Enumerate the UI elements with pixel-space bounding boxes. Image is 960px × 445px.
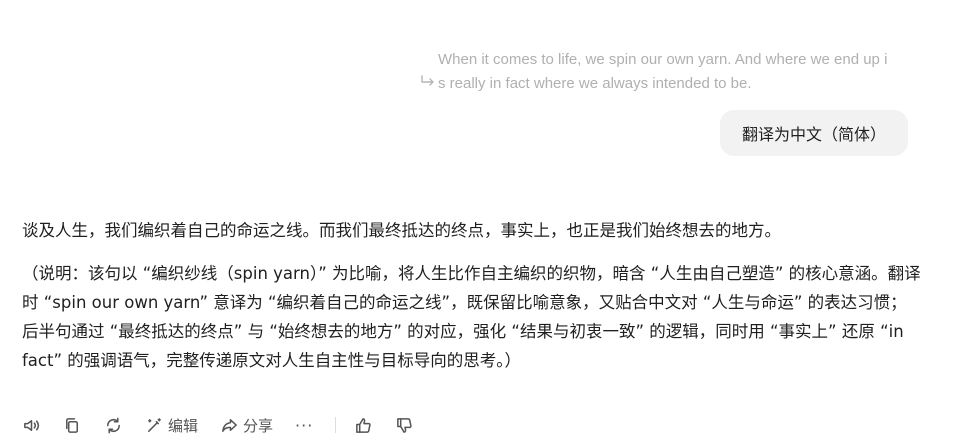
read-aloud-button[interactable] [22,416,41,435]
edit-button[interactable]: 编辑 [145,415,198,436]
copy-icon [66,417,79,433]
regenerate-button[interactable] [104,416,123,435]
edit-label: 编辑 [168,416,199,435]
share-button[interactable]: 分享 [220,415,273,436]
share-icon [222,418,237,432]
quoted-text: When it comes to life, we spin our own y… [438,51,888,92]
copy-button[interactable] [63,416,82,435]
more-button[interactable]: ··· [295,416,313,435]
magic-pen-icon [148,417,161,432]
explanation-text: （说明：该句以 “编织纱线（spin yarn）” 为比喻，将人生比作自主编织的… [22,264,921,370]
refresh-icon [107,417,120,433]
speaker-icon [24,419,40,431]
user-message-text: 翻译为中文（简体） [741,125,886,144]
assistant-answer: 谈及人生，我们编织着自己的命运之线。而我们最终抵达的终点，事实上，也正是我们始终… [22,216,922,375]
share-label: 分享 [243,416,274,435]
more-icon: ··· [295,415,314,435]
quoted-reference: When it comes to life, we spin our own y… [420,48,900,96]
user-message-bubble: 翻译为中文（简体） [719,110,908,156]
message-action-bar: 编辑 分享 ··· [22,411,436,439]
reply-arrow-icon [420,74,438,93]
action-divider [335,417,337,433]
like-button[interactable] [354,416,373,435]
dislike-button[interactable] [395,416,414,435]
translation-text: 谈及人生，我们编织着自己的命运之线。而我们最终抵达的终点，事实上，也正是我们始终… [22,221,781,240]
thumbs-up-icon [356,417,371,433]
thumbs-down-icon [397,417,412,433]
